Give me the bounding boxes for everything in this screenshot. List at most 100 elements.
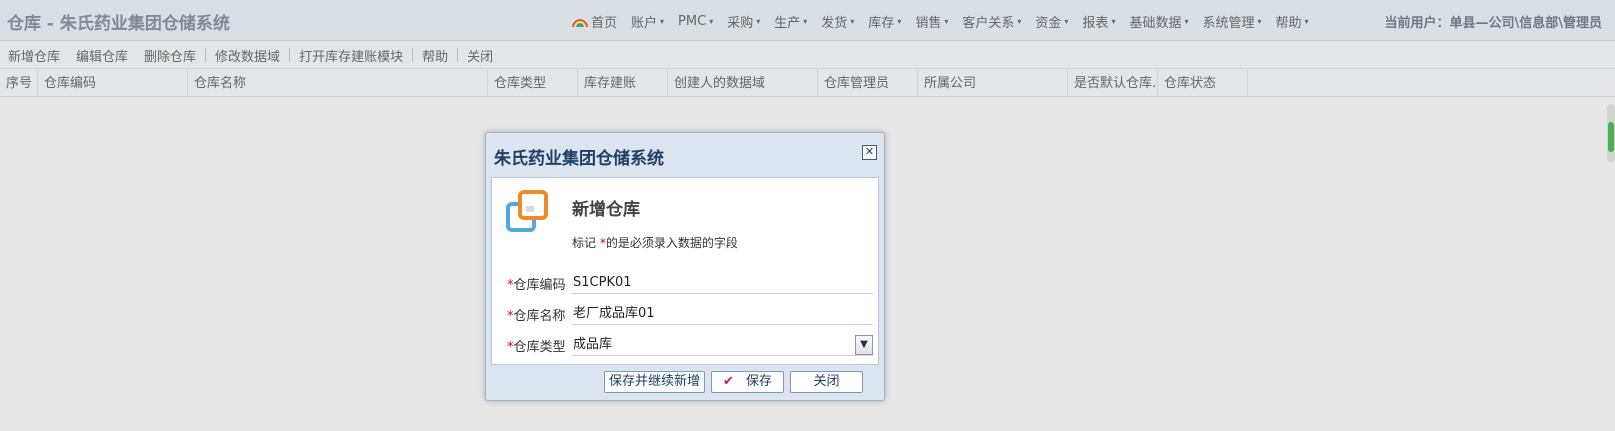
caret-down-icon: ▾ (944, 17, 949, 26)
caret-down-icon: ▾ (1064, 17, 1069, 26)
warehouse-name-input[interactable]: 老厂成品库01 (571, 303, 873, 325)
selected-value: 成品库 (573, 337, 613, 352)
menu-pmc[interactable]: PMC ▾ (678, 12, 713, 31)
modify-domain-button[interactable]: 修改数据域 (215, 46, 280, 65)
column-header-ledger[interactable]: 库存建账 (578, 70, 668, 97)
caret-down-icon: ▾ (1017, 17, 1022, 26)
menu-reports[interactable]: 报表 ▾ (1082, 12, 1115, 31)
menu-system[interactable]: 系统管理 ▾ (1202, 12, 1261, 31)
caret-down-icon: ▾ (1111, 17, 1116, 26)
menu-label: 销售 (915, 16, 942, 31)
warehouse-type-field: *仓库类型 成品库 ▼ (507, 334, 873, 356)
caret-down-icon: ▾ (660, 17, 665, 26)
vertical-scrollbar[interactable] (1607, 104, 1615, 162)
menu-label: 系统管理 (1202, 16, 1255, 31)
field-label: *仓库类型 (507, 336, 571, 355)
column-header-code[interactable]: 仓库编码 (38, 70, 188, 97)
rainbow-icon (572, 18, 588, 27)
menu-label: 采购 (727, 16, 754, 31)
menu-label: 发货 (821, 16, 848, 31)
menu-label: 帮助 (1275, 16, 1302, 31)
menu-sales[interactable]: 销售 ▾ (915, 12, 948, 31)
grid-header: 序号 仓库编码 仓库名称 仓库类型 库存建账 创建人的数据域 仓库管理员 所属公… (0, 70, 1615, 97)
field-label: *仓库编码 (507, 274, 571, 293)
column-header-status[interactable]: 仓库状态 (1158, 70, 1248, 97)
menu-production[interactable]: 生产 ▾ (774, 12, 807, 31)
close-icon[interactable]: ✕ (862, 145, 877, 160)
close-button[interactable]: 关闭 (467, 46, 493, 65)
app-title: 仓库 - 朱氏药业集团仓储系统 (7, 14, 230, 34)
column-header-manager[interactable]: 仓库管理员 (818, 70, 918, 97)
menu-label: 资金 (1035, 16, 1062, 31)
column-header-creator-domain[interactable]: 创建人的数据域 (668, 70, 818, 97)
menu-label: 首页 (591, 16, 618, 31)
top-header: 仓库 - 朱氏药业集团仓储系统 首页 账户 ▾ PMC ▾ 采购 ▾ 生产 ▾ 发货 ▾ … (0, 0, 1615, 41)
copy-window-icon (506, 190, 548, 232)
caret-down-icon: ▾ (1257, 17, 1262, 26)
menu-label: PMC (678, 14, 707, 29)
menu-account[interactable]: 账户 ▾ (631, 12, 664, 31)
help-button[interactable]: 帮助 (422, 46, 448, 65)
menu-basic-data[interactable]: 基础数据 ▾ (1129, 12, 1188, 31)
scrollbar-thumb[interactable] (1608, 122, 1614, 152)
menu-help[interactable]: 帮助 ▾ (1276, 12, 1309, 31)
caret-down-icon: ▾ (803, 17, 808, 26)
column-header-index[interactable]: 序号 (0, 70, 38, 97)
caret-down-icon: ▾ (1304, 17, 1309, 26)
field-label-text: 仓库编码 (513, 277, 566, 293)
caret-down-icon: ▾ (897, 17, 902, 26)
caret-down-icon: ▾ (709, 17, 714, 26)
menu-label: 基础数据 (1129, 16, 1182, 31)
menu-label: 生产 (774, 16, 801, 31)
warehouse-code-field: *仓库编码 S1CPK01 (507, 272, 873, 294)
hint-suffix: 的是必须录入数据的字段 (605, 236, 738, 250)
dialog-body: 新增仓库 标记 *的是必须录入数据的字段 *仓库编码 S1CPK01 *仓库名称… (491, 177, 879, 365)
toolbar: 新增仓库 编辑仓库 删除仓库 修改数据域 打开库存建账模块 帮助 关闭 (0, 42, 1615, 69)
main-menu: 首页 账户 ▾ PMC ▾ 采购 ▾ 生产 ▾ 发货 ▾ 库存 ▾ 销售 ▾ 客户关系 ▾ 资金… (572, 12, 1323, 31)
column-header-company[interactable]: 所属公司 (918, 70, 1068, 97)
save-label: 保存 (745, 374, 772, 389)
column-header-type[interactable]: 仓库类型 (488, 70, 578, 97)
add-warehouse-button[interactable]: 新增仓库 (8, 46, 60, 65)
hint-prefix: 标记 (572, 236, 600, 250)
menu-label: 报表 (1082, 16, 1109, 31)
required-hint: 标记 *的是必须录入数据的字段 (572, 234, 738, 251)
checkmark-icon: ✔ (723, 374, 734, 389)
toolbar-divider (412, 48, 414, 62)
warehouse-code-input[interactable]: S1CPK01 (571, 272, 873, 294)
toolbar-divider (205, 48, 207, 62)
toolbar-divider (289, 48, 291, 62)
chevron-down-icon[interactable]: ▼ (855, 335, 873, 355)
caret-down-icon: ▾ (756, 17, 761, 26)
warehouse-type-select[interactable]: 成品库 ▼ (571, 334, 873, 356)
toolbar-divider (457, 48, 459, 62)
dialog-title: 朱氏药业集团仓储系统 (494, 149, 664, 169)
current-user: 当前用户：单县—公司\信息部\管理员 (1384, 16, 1603, 31)
column-header-name[interactable]: 仓库名称 (188, 70, 488, 97)
menu-funds[interactable]: 资金 ▾ (1035, 12, 1068, 31)
close-dialog-button[interactable]: 关闭 (790, 371, 863, 393)
field-label-text: 仓库类型 (513, 339, 566, 355)
save-and-continue-button[interactable]: 保存并继续新增 (604, 371, 705, 393)
save-button[interactable]: ✔ 保存 (711, 371, 784, 393)
edit-warehouse-button[interactable]: 编辑仓库 (76, 46, 128, 65)
warehouse-name-field: *仓库名称 老厂成品库01 (507, 303, 873, 325)
caret-down-icon: ▾ (1184, 17, 1189, 26)
add-warehouse-dialog: 朱氏药业集团仓储系统 ✕ 新增仓库 标记 *的是必须录入数据的字段 *仓库编码 … (485, 132, 885, 401)
dialog-heading: 新增仓库 (572, 200, 640, 220)
field-label-text: 仓库名称 (513, 308, 566, 324)
menu-label: 客户关系 (962, 16, 1015, 31)
menu-label: 账户 (631, 16, 658, 31)
menu-crm[interactable]: 客户关系 ▾ (962, 12, 1021, 31)
open-inventory-module-button[interactable]: 打开库存建账模块 (299, 46, 403, 65)
menu-home[interactable]: 首页 (572, 12, 617, 31)
menu-label: 库存 (868, 16, 895, 31)
menu-shipping[interactable]: 发货 ▾ (821, 12, 854, 31)
delete-warehouse-button[interactable]: 删除仓库 (144, 46, 196, 65)
caret-down-icon: ▾ (850, 17, 855, 26)
column-header-default[interactable]: 是否默认仓库.. (1068, 70, 1158, 97)
menu-inventory[interactable]: 库存 ▾ (868, 12, 901, 31)
dialog-footer: 保存并继续新增 ✔ 保存 关闭 (486, 369, 884, 399)
field-label: *仓库名称 (507, 305, 571, 324)
menu-purchase[interactable]: 采购 ▾ (727, 12, 760, 31)
